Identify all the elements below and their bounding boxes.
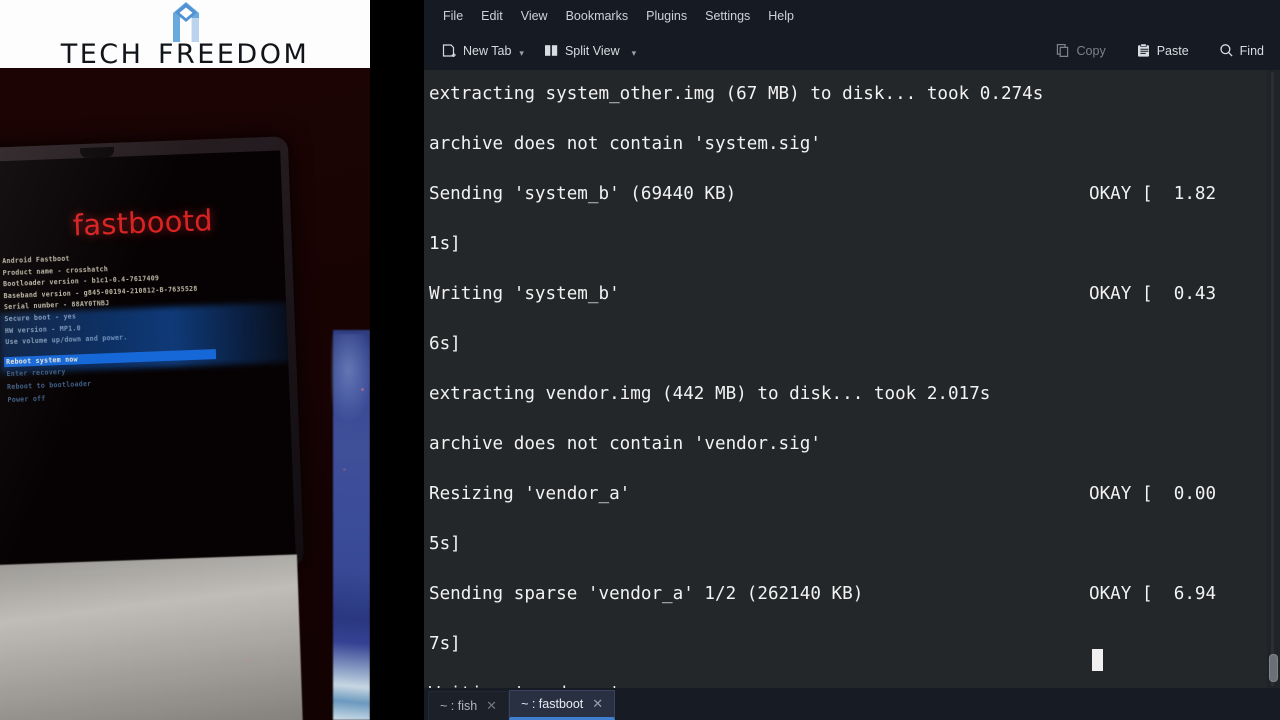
terminal-line-status: OKAY [ 0.43 xyxy=(1089,284,1217,304)
terminal-line: 5s] xyxy=(427,519,1277,569)
fastboot-menu-item: Enter recovery xyxy=(6,367,66,379)
fastboot-info-line: Android Fastboot xyxy=(2,254,70,266)
fastboot-info-list: Android Fastboot Product name - crosshatc… xyxy=(0,150,280,347)
fastboot-menu-list: Reboot system now Enter recovery Reboot to… xyxy=(0,150,280,404)
screen-root: fastbootd Android Fastboot Product name -… xyxy=(0,0,1280,720)
menu-item-plugins[interactable]: Plugins xyxy=(637,6,696,26)
fastboot-info-line: Serial number - 88AY0TNBJ xyxy=(3,299,110,312)
terminal-line-text: extracting system_other.img (67 MB) to d… xyxy=(429,84,1044,104)
terminal-line-text: extracting vendor.img (442 MB) to disk..… xyxy=(429,384,991,404)
terminal-line-text: Sending sparse 'vendor_a' 1/2 (262140 KB… xyxy=(429,584,864,604)
terminal-line-text: archive does not contain 'vendor.sig' xyxy=(429,434,821,454)
terminal-line-text: 6s] xyxy=(429,334,461,354)
menu-item-help[interactable]: Help xyxy=(759,6,803,26)
terminal-window: File Edit View Bookmarks Plugins Settings Help… xyxy=(424,0,1280,720)
split-view-icon xyxy=(544,43,559,58)
terminal-line: 1s] xyxy=(427,219,1277,269)
terminal-line-status: OKAY [ 0.00 xyxy=(1089,484,1217,504)
find-button[interactable]: Find xyxy=(1213,39,1270,62)
terminal-line: Sending sparse 'vendor_a' 1/2 (262140 KB… xyxy=(427,569,1277,619)
terminal-line-text: 5s] xyxy=(429,534,461,554)
menu-item-edit[interactable]: Edit xyxy=(472,6,512,26)
scrollbar-track xyxy=(1271,72,1274,686)
dust-speck xyxy=(361,388,364,391)
terminal-output-area[interactable]: 5s]Writing 'system_a'OKAY [ 0.528s]extra… xyxy=(424,70,1280,688)
paste-button[interactable]: Paste xyxy=(1130,39,1195,62)
copy-icon xyxy=(1056,43,1071,58)
chevron-down-icon[interactable]: ▾ xyxy=(632,48,637,59)
fastbootd-title: fastbootd xyxy=(72,203,214,243)
terminal-line-text: archive does not contain 'system.sig' xyxy=(429,134,821,154)
fastboot-menu-item: Power off xyxy=(7,394,46,405)
phone-screen: fastbootd Android Fastboot Product name -… xyxy=(0,150,296,566)
close-icon[interactable]: ✕ xyxy=(486,698,497,714)
fastboot-info-line: Secure boot - yes xyxy=(4,312,77,324)
toolbar: New Tab ▾ Split View ▾ Copy Paste Find xyxy=(424,31,1280,70)
terminal-header: File Edit View Bookmarks Plugins Settings Help… xyxy=(424,0,1280,70)
terminal-line-text: Resizing 'vendor_a' xyxy=(429,484,631,504)
terminal-line-text: Writing 'vendor_a' xyxy=(429,669,620,688)
menu-item-view[interactable]: View xyxy=(512,6,557,26)
menu-bar: File Edit View Bookmarks Plugins Settings Help xyxy=(424,0,1280,31)
desktop-wallpaper-strip xyxy=(331,330,370,720)
scrollbar-thumb[interactable] xyxy=(1269,654,1278,682)
terminal-line-text: Writing 'system_b' xyxy=(429,284,620,304)
split-view-button[interactable]: Split View ▾ xyxy=(538,39,642,63)
terminal-line: Resizing 'vendor_a' OKAY [ 0.00 xyxy=(427,469,1277,519)
split-view-label: Split View xyxy=(564,43,620,58)
tab-bar: ~ : fish ✕ ~ : fastboot ✕ xyxy=(424,688,1280,720)
terminal-cursor xyxy=(1092,649,1103,671)
webcam-video-panel: fastbootd Android Fastboot Product name -… xyxy=(0,0,370,720)
terminal-line-text: 1s] xyxy=(429,234,461,254)
menu-item-settings[interactable]: Settings xyxy=(696,6,759,26)
close-icon[interactable]: ✕ xyxy=(592,696,603,712)
new-tab-label: New Tab xyxy=(463,43,512,58)
terminal-line-text: Sending 'system_b' (69440 KB) xyxy=(429,184,737,204)
desk-surface xyxy=(0,554,303,720)
copy-button[interactable]: Copy xyxy=(1050,39,1112,62)
toolbar-right-group: Copy Paste Find xyxy=(1050,39,1270,62)
paste-label: Paste xyxy=(1156,43,1189,58)
terminal-line: extracting vendor.img (442 MB) to disk..… xyxy=(427,369,1277,419)
terminal-line: Sending 'system_b' (69440 KB) OKAY [ 1.82 xyxy=(427,169,1277,219)
fastboot-info-line: Product name - crosshatch xyxy=(2,264,109,277)
fastboot-menu-item: Reboot system now xyxy=(3,349,217,368)
terminal-text: 5s]Writing 'system_a'OKAY [ 0.528s]extra… xyxy=(427,70,1277,688)
terminal-line-status: OKAY [ 1.82 xyxy=(1089,184,1217,204)
find-label: Find xyxy=(1239,43,1264,58)
tech-freedom-wordmark: Tech Freedom xyxy=(60,28,310,68)
tech-freedom-logo-band: Tech Freedom xyxy=(0,0,370,68)
terminal-line-text: 7s] xyxy=(429,634,461,654)
menu-item-file[interactable]: File xyxy=(434,6,472,26)
terminal-line: 6s] xyxy=(427,319,1277,369)
terminal-line-status: OKAY [ 6.94 xyxy=(1089,584,1217,604)
dust-speck xyxy=(247,659,250,662)
terminal-line: Writing 'vendor_a' xyxy=(427,669,1277,688)
tab-fastboot[interactable]: ~ : fastboot ✕ xyxy=(509,690,616,720)
terminal-line: extracting system_other.img (67 MB) to d… xyxy=(427,70,1277,119)
fastboot-menu-item: Reboot to bootloader xyxy=(6,379,92,392)
new-tab-icon xyxy=(442,43,457,58)
terminal-line: archive does not contain 'system.sig' xyxy=(427,119,1277,169)
tab-label: ~ : fastboot xyxy=(521,697,584,711)
fastboot-info-line: Use volume up/down and power. xyxy=(5,333,128,347)
menu-item-bookmarks[interactable]: Bookmarks xyxy=(557,6,638,26)
fastboot-info-line: HW version - MP1.0 xyxy=(4,323,81,335)
clipboard-paste-icon xyxy=(1136,43,1151,58)
tab-label: ~ : fish xyxy=(440,699,478,713)
phone-device: fastbootd Android Fastboot Product name -… xyxy=(0,136,305,578)
copy-label: Copy xyxy=(1076,43,1106,58)
search-icon xyxy=(1219,43,1234,58)
terminal-line: 7s] xyxy=(427,619,1277,669)
terminal-line: Writing 'system_b' OKAY [ 0.43 xyxy=(427,269,1277,319)
terminal-line: archive does not contain 'vendor.sig' xyxy=(427,419,1277,469)
chevron-down-icon[interactable]: ▾ xyxy=(519,48,524,59)
dust-speck xyxy=(343,468,346,471)
new-tab-button[interactable]: New Tab ▾ xyxy=(436,39,530,63)
tab-fish[interactable]: ~ : fish ✕ xyxy=(428,691,510,720)
terminal-scrollbar[interactable] xyxy=(1267,70,1280,688)
